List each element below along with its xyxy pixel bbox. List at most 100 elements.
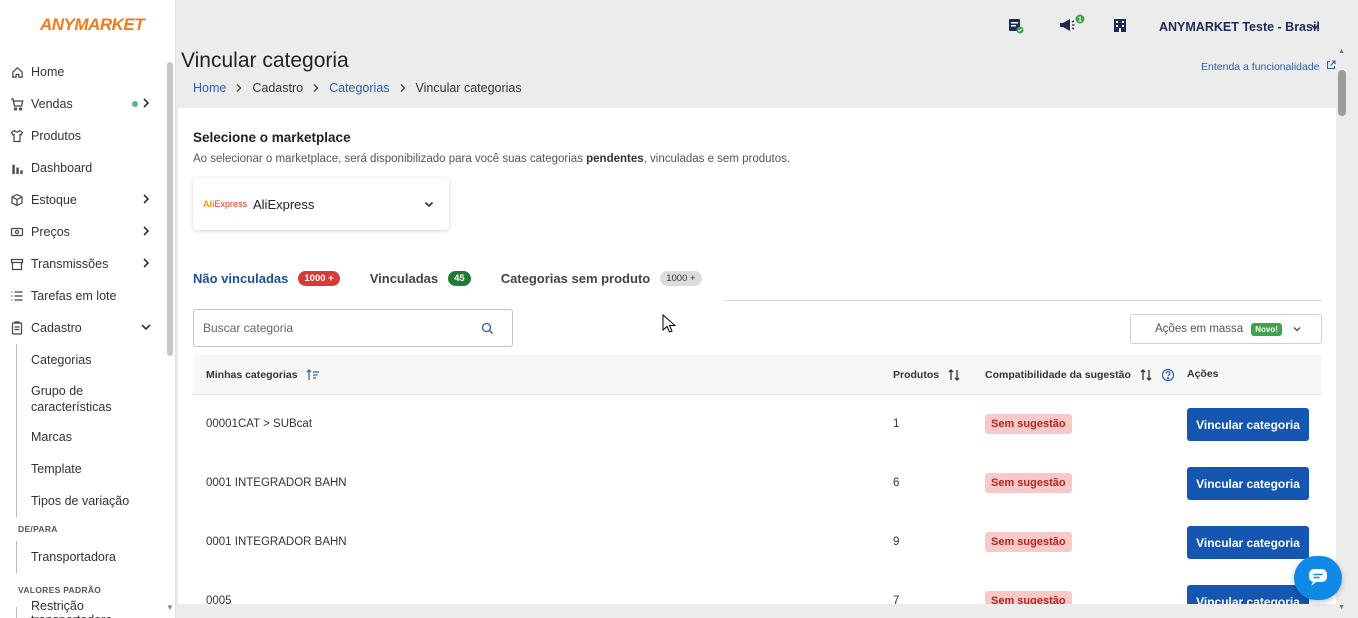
tab-label: Categorias sem produto bbox=[500, 270, 651, 286]
sidebar-item-label: Produtos bbox=[31, 129, 82, 143]
learn-more-link[interactable]: Entenda a funcionalidade bbox=[1201, 60, 1336, 73]
scroll-down-arrow-icon[interactable]: ▼ bbox=[1338, 604, 1345, 611]
valores-subnav: Restrição transportadora bbox=[16, 599, 166, 618]
sidebar-nav: Home Vendas Produtos Dashboard Estoque P… bbox=[0, 56, 166, 618]
company-building-icon[interactable] bbox=[1113, 18, 1127, 36]
shirt-icon bbox=[10, 129, 24, 143]
tab-categorias-sem-produto[interactable]: Categorias sem produto 1000 + bbox=[500, 270, 702, 286]
sort-icon[interactable] bbox=[1139, 368, 1153, 382]
chevron-down-icon bbox=[423, 198, 435, 210]
sidebar: ANYMARKET Home Vendas Produtos Dashboard… bbox=[0, 0, 176, 618]
chevron-right-icon bbox=[311, 83, 321, 93]
breadcrumb-current: Vincular categorias bbox=[415, 81, 522, 95]
mass-actions-label: Ações em massa bbox=[1155, 323, 1244, 335]
learn-more-label: Entenda a funcionalidade bbox=[1201, 60, 1320, 73]
status-badge: Sem sugestão bbox=[985, 473, 1072, 493]
link-category-button[interactable]: Vincular categoria bbox=[1187, 467, 1309, 500]
sidebar-item-cadastro[interactable]: Cadastro bbox=[0, 312, 166, 344]
subnav-item-transportadora[interactable]: Transportadora bbox=[17, 541, 166, 573]
subnav-item-categorias[interactable]: Categorias bbox=[17, 344, 166, 376]
count-badge: 1000 + bbox=[660, 270, 702, 286]
tab-label: Não vinculadas bbox=[193, 270, 289, 286]
store-icon bbox=[10, 257, 24, 271]
sort-ascending-icon[interactable] bbox=[306, 368, 320, 382]
sidebar-item-transmissoes[interactable]: Transmissões bbox=[0, 248, 166, 280]
subnav-item-grupo-caracteristicas[interactable]: Grupo de características bbox=[17, 376, 166, 421]
chevron-down-icon bbox=[140, 321, 154, 335]
search-box[interactable] bbox=[193, 309, 513, 347]
sidebar-item-tarefas[interactable]: Tarefas em lote bbox=[0, 280, 166, 312]
sidebar-item-label: Home bbox=[31, 65, 65, 79]
marketplace-section-title: Selecione o marketplace bbox=[193, 130, 351, 145]
chevron-right-icon bbox=[234, 83, 244, 93]
section-title-depara: DE/PARA bbox=[18, 524, 58, 534]
user-account-menu[interactable]: ANYMARKET Teste - Brasil bbox=[1159, 20, 1320, 34]
chevron-right-icon bbox=[140, 257, 154, 271]
mass-actions-dropdown[interactable]: Ações em massa Novo! bbox=[1130, 314, 1322, 344]
marketplace-select[interactable]: AliExpress AliExpress bbox=[193, 178, 449, 230]
search-input[interactable] bbox=[203, 321, 473, 335]
sidebar-item-produtos[interactable]: Produtos bbox=[0, 120, 166, 152]
breadcrumb-categorias[interactable]: Categorias bbox=[329, 81, 389, 95]
sidebar-item-vendas[interactable]: Vendas bbox=[0, 88, 166, 120]
chevron-right-icon bbox=[398, 83, 408, 93]
scroll-up-arrow-icon[interactable]: ▲ bbox=[1338, 48, 1345, 55]
status-badge: Sem sugestão bbox=[985, 532, 1072, 552]
chat-button[interactable] bbox=[1294, 556, 1342, 600]
cart-icon bbox=[10, 97, 24, 111]
status-badge: Sem sugestão bbox=[985, 414, 1072, 434]
sidebar-item-label: Estoque bbox=[31, 193, 77, 207]
sidebar-item-label: Tarefas em lote bbox=[31, 289, 117, 303]
sidebar-item-estoque[interactable]: Estoque bbox=[0, 184, 166, 216]
bar-chart-icon bbox=[10, 161, 24, 175]
link-category-button[interactable]: Vincular categoria bbox=[1187, 408, 1309, 441]
subnav-item-marcas[interactable]: Marcas bbox=[17, 421, 166, 453]
sidebar-item-precos[interactable]: Preços bbox=[0, 216, 166, 248]
table-header: Minhas categorias Produtos Compatibilida… bbox=[193, 355, 1322, 395]
box-icon bbox=[10, 193, 24, 207]
category-tabs: Não vinculadas 1000 + Vinculadas 45 Cate… bbox=[193, 256, 732, 300]
help-icon[interactable] bbox=[1161, 368, 1175, 382]
chevron-right-icon bbox=[140, 225, 154, 239]
aliexpress-logo: AliExpress bbox=[203, 199, 253, 209]
tab-vinculadas[interactable]: Vinculadas 45 bbox=[370, 270, 471, 286]
column-header-categories: Minhas categorias bbox=[206, 368, 320, 382]
logo-part-a: Ali bbox=[203, 199, 215, 209]
integration-status-icon[interactable] bbox=[1008, 18, 1024, 37]
external-link-icon bbox=[1326, 60, 1336, 73]
subnav-item-tipos-variacao[interactable]: Tipos de variação bbox=[17, 485, 166, 517]
subnav-item-restricao-transportadora[interactable]: Restrição transportadora bbox=[17, 599, 166, 618]
link-category-button[interactable]: Vincular categoria bbox=[1187, 526, 1309, 559]
sidebar-item-label: Transmissões bbox=[31, 257, 109, 271]
header-label: Ações bbox=[1187, 368, 1219, 380]
sort-icon[interactable] bbox=[947, 368, 961, 382]
category-cell: 0001 INTEGRADOR BAHN bbox=[206, 477, 347, 489]
scroll-down-arrow-icon[interactable]: ▼ bbox=[166, 603, 174, 612]
table-row: 0005 7 Sem sugestão Vincular categoria bbox=[193, 572, 1322, 604]
search-icon[interactable] bbox=[481, 322, 494, 335]
category-cell: 00001CAT > SUBcat bbox=[206, 418, 313, 430]
chevron-down-icon[interactable] bbox=[1309, 21, 1321, 33]
sidebar-item-label: Vendas bbox=[31, 97, 73, 111]
table-row: 00001CAT > SUBcat 1 Sem sugestão Vincula… bbox=[193, 395, 1322, 454]
sidebar-item-home[interactable]: Home bbox=[0, 56, 166, 88]
anymarket-logo[interactable]: ANYMARKET bbox=[40, 15, 145, 35]
marketplace-description: Ao selecionar o marketplace, será dispon… bbox=[193, 153, 790, 165]
main-scrollbar-thumb[interactable] bbox=[1338, 70, 1346, 116]
tab-nao-vinculadas[interactable]: Não vinculadas 1000 + bbox=[193, 270, 340, 286]
link-category-button[interactable]: Vincular categoria bbox=[1187, 585, 1309, 604]
sidebar-item-label: Dashboard bbox=[31, 161, 93, 175]
status-dot bbox=[132, 101, 138, 107]
description-text-end: , vinculadas e sem produtos. bbox=[643, 153, 791, 165]
subnav-item-template[interactable]: Template bbox=[17, 453, 166, 485]
sidebar-scrollbar-thumb[interactable] bbox=[167, 62, 173, 356]
marketplace-selected-value: AliExpress bbox=[253, 196, 315, 212]
category-cell: 0005 bbox=[206, 595, 232, 604]
status-badge: Sem sugestão bbox=[985, 591, 1072, 604]
breadcrumb-home[interactable]: Home bbox=[193, 81, 226, 95]
sidebar-item-dashboard[interactable]: Dashboard bbox=[0, 152, 166, 184]
megaphone-icon[interactable]: 1 bbox=[1059, 14, 1085, 37]
table-row: 0001 INTEGRADOR BAHN 6 Sem sugestão Vinc… bbox=[193, 454, 1322, 513]
products-cell: 6 bbox=[893, 477, 900, 489]
page-title: Vincular categoria bbox=[181, 49, 349, 72]
